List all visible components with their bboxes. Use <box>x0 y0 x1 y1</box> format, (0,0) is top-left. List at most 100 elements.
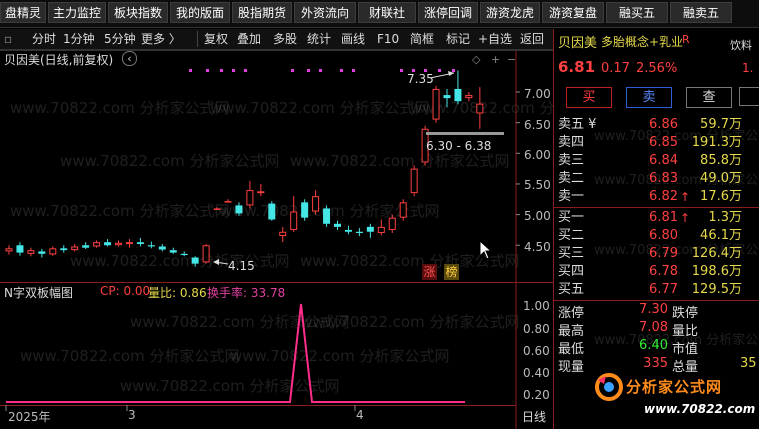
candle-body <box>49 248 57 255</box>
buy-button[interactable]: 买 <box>566 87 612 108</box>
bid-row-5[interactable]: 买五 6.77 129.5万 <box>554 281 759 299</box>
concept-tags[interactable]: 多胎概念+乳业 <box>601 33 683 50</box>
signal-dot <box>189 69 192 72</box>
y-tick: 0.80 <box>523 322 550 336</box>
nav-button[interactable]: 我的版面 <box>170 2 230 23</box>
candle-body <box>334 223 341 227</box>
nav-button[interactable]: 游资复盘 <box>542 2 604 23</box>
bid-row-1[interactable]: 买一 6.81 ↑ 1.3万 <box>554 209 759 227</box>
candle-body <box>323 208 331 224</box>
bid-label: 买三 <box>558 246 585 261</box>
side-tab-value: 1. <box>742 61 754 75</box>
ask-row-4[interactable]: 卖四 6.85 191.3万 <box>554 134 759 152</box>
bid-label: 买五 <box>558 282 585 297</box>
sell-button[interactable]: 卖 <box>626 87 672 108</box>
price-change-pct: 2.56% <box>636 61 678 76</box>
indicator-panel[interactable]: www.70822.com 分析家公式网 www.70822.com 分析家公式… <box>0 282 553 406</box>
period-tab-timeshare[interactable]: 分时 <box>32 30 56 48</box>
signal-dot <box>319 69 322 72</box>
candle-body <box>115 242 122 246</box>
ask-label: 卖五 ¥ <box>558 117 597 132</box>
ask-label: 卖四 <box>558 135 585 150</box>
indicator-plot <box>6 283 517 406</box>
back-button[interactable]: 返回 <box>520 30 544 48</box>
overlay-button[interactable]: 叠加 <box>237 30 261 48</box>
bid-row-4[interactable]: 买四 6.78 198.6万 <box>554 263 759 281</box>
nav-button[interactable]: 板块指数 <box>108 2 168 23</box>
candle-body <box>235 205 243 214</box>
limit-down-label: 跌停 <box>672 306 699 321</box>
dragon-tiger-badge[interactable]: 榜 <box>444 264 459 280</box>
f10-button[interactable]: F10 <box>377 30 399 48</box>
nav-button[interactable]: 股指期货 <box>232 2 292 23</box>
nav-button[interactable]: 融买五 <box>606 2 668 23</box>
x-tick-year: 2025年 <box>8 410 51 424</box>
ask-row-1[interactable]: 卖一 6.82 ↑ 17.6万 <box>554 188 759 206</box>
candle-body <box>312 196 320 212</box>
candle-body <box>355 231 363 233</box>
side-tab-label[interactable]: 饮料 <box>730 37 759 53</box>
toolbar-dot-icon: ▫ <box>4 32 13 46</box>
total-volume-value: 35 <box>740 356 757 371</box>
add-watchlist-button[interactable]: +自选 <box>478 30 512 48</box>
nav-button[interactable]: 外资流向 <box>294 2 356 23</box>
candle-body <box>202 245 210 263</box>
candle-body <box>147 245 155 247</box>
mouse-cursor-icon <box>479 240 493 260</box>
y-tick: 5.50 <box>524 178 551 192</box>
bid-row-2[interactable]: 买二 6.80 46.1万 <box>554 227 759 245</box>
x-tick-month: 4 <box>356 408 364 422</box>
statistics-button[interactable]: 统计 <box>307 30 331 48</box>
signal-dot <box>220 69 223 72</box>
nav-button[interactable]: 涨停回调 <box>418 2 478 23</box>
multi-stock-button[interactable]: 多股 <box>273 30 297 48</box>
market-cap-label: 市值 <box>672 342 699 357</box>
x-tick-month: 3 <box>128 408 136 422</box>
candle-body <box>410 168 418 194</box>
candle-body <box>246 190 254 206</box>
candle-body <box>465 95 473 99</box>
candle-body <box>125 242 133 245</box>
candle-body <box>476 103 484 114</box>
ask-price: 6.86 <box>649 117 678 132</box>
nav-button[interactable]: 融卖五 <box>670 2 732 23</box>
candle-body <box>38 251 46 254</box>
bid-volume: 198.6万 <box>691 264 742 279</box>
ask-volume: 59.7万 <box>700 117 742 132</box>
fuquan-button[interactable]: 复权 <box>204 30 228 48</box>
chart-toolbar: ▫ 分时 1分钟 5分钟 更多 〉 复权 叠加 多股 统计 画线 F10 简框 … <box>0 29 553 50</box>
signal-dot <box>206 69 209 72</box>
ask-price: 6.84 <box>649 153 678 168</box>
candle-body <box>104 242 112 246</box>
period-tab-more[interactable]: 更多 〉 <box>141 30 181 48</box>
nav-button[interactable]: 游资龙虎 <box>480 2 540 23</box>
price-chart[interactable]: www.70822.com 分析家公式网 www.70822.com 分析家公式… <box>0 50 630 282</box>
nav-button[interactable]: 财联社 <box>358 2 416 23</box>
more-button[interactable] <box>739 87 759 106</box>
r-flag: R <box>682 33 690 46</box>
bid-volume: 46.1万 <box>700 228 742 243</box>
candle-body <box>399 202 407 218</box>
current-volume-value: 335 <box>643 356 668 371</box>
low-arrow-head <box>213 259 219 265</box>
limit-up-badge[interactable]: 涨 <box>422 264 437 280</box>
draw-line-button[interactable]: 画线 <box>341 30 365 48</box>
range-annotation: 6.30 - 6.38 <box>426 139 492 153</box>
period-tab-1min[interactable]: 1分钟 <box>63 30 95 48</box>
ask-row-2[interactable]: 卖二 6.83 49.0万 <box>554 170 759 188</box>
period-tab-5min[interactable]: 5分钟 <box>104 30 136 48</box>
ask-row-3[interactable]: 卖三 6.84 85.8万 <box>554 152 759 170</box>
nav-button[interactable]: 主力监控 <box>48 2 106 23</box>
nav-button[interactable]: 盘精灵 <box>0 2 46 23</box>
candle-body <box>213 208 221 210</box>
query-button[interactable]: 查 <box>686 87 732 108</box>
y-tick: 0.20 <box>523 388 550 402</box>
bid-row-3[interactable]: 买三 6.79 126.4万 <box>554 245 759 263</box>
current-volume-label: 现量 <box>558 360 585 375</box>
simple-frame-button[interactable]: 简框 <box>410 30 434 48</box>
low-annotation: 4.15 <box>228 259 255 273</box>
mark-button[interactable]: 标记 <box>446 30 470 48</box>
period-label-daily[interactable]: 日线 <box>516 407 552 427</box>
ask-row-5[interactable]: 卖五 ¥ 6.86 59.7万 <box>554 116 759 134</box>
y-tick: 7.00 <box>524 87 551 101</box>
